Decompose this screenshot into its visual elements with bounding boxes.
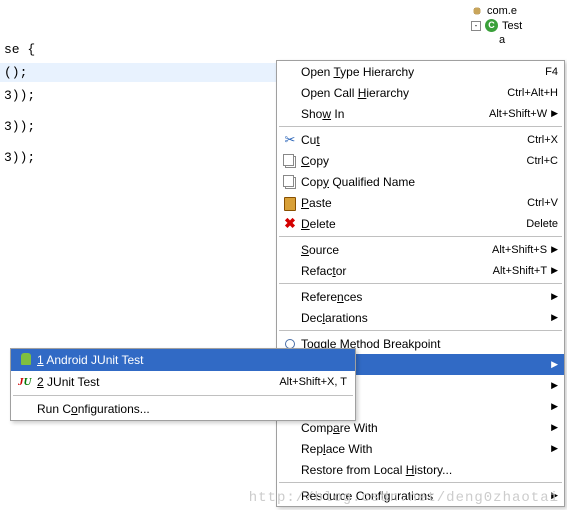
context-menu-item[interactable]: Restore from Local History...: [277, 459, 564, 480]
copy-icon: [283, 154, 297, 168]
submenu-item[interactable]: JU2 JUnit TestAlt+Shift+X, T: [11, 371, 355, 393]
menu-item-label: Open Call Hierarchy: [301, 86, 507, 100]
menu-item-label: Run Configurations...: [37, 402, 347, 416]
submenu-item[interactable]: Run Configurations...: [11, 398, 355, 420]
menu-item-label: 2 JUnit Test: [37, 375, 279, 389]
watermark: http://blog.csdn.net/deng0zhaotai: [249, 490, 559, 506]
submenu-arrow-icon: ▶: [547, 401, 558, 412]
menu-item-label: Show In: [301, 107, 489, 121]
copy-qualified-icon: [283, 175, 297, 189]
menu-item-label: Source: [301, 243, 492, 257]
menu-item-label: Replace With: [301, 442, 547, 456]
context-menu-item[interactable]: Copy Qualified Name: [277, 171, 564, 192]
android-junit-icon: [19, 353, 33, 367]
menu-item-shortcut: Ctrl+V: [527, 197, 558, 209]
submenu-arrow-icon: ▶: [547, 443, 558, 454]
menu-item-shortcut: Ctrl+X: [527, 134, 558, 146]
context-menu-item[interactable]: RefactorAlt+Shift+T▶: [277, 260, 564, 281]
menu-item-label: Restore from Local History...: [301, 463, 558, 477]
context-menu-item[interactable]: CopyCtrl+C: [277, 150, 564, 171]
context-menu-item[interactable]: Declarations▶: [277, 307, 564, 328]
outline-panel: com.e - C Test a: [467, 0, 567, 60]
outline-package[interactable]: com.e: [471, 4, 563, 18]
menu-item-label: Delete: [301, 217, 526, 231]
menu-item-shortcut: Ctrl+C: [527, 155, 558, 167]
submenu-arrow-icon: ▶: [547, 244, 558, 255]
menu-item-shortcut: Alt+Shift+X, T: [279, 376, 347, 388]
menu-item-icon-slot: [279, 339, 301, 349]
run-as-submenu: 1 Android JUnit TestJU2 JUnit TestAlt+Sh…: [10, 348, 356, 421]
context-menu-separator: [279, 236, 562, 237]
context-menu-item[interactable]: ✂ CutCtrl+X: [277, 129, 564, 150]
outline-label: a: [499, 34, 505, 46]
submenu-separator: [13, 395, 353, 396]
menu-item-shortcut: Alt+Shift+W: [489, 108, 547, 120]
context-menu: Open Type HierarchyF4Open Call Hierarchy…: [276, 60, 565, 507]
submenu-item[interactable]: 1 Android JUnit Test: [11, 349, 355, 371]
menu-item-shortcut: Delete: [526, 218, 558, 230]
menu-item-icon-slot: [279, 196, 301, 210]
context-menu-item[interactable]: ✖ DeleteDelete: [277, 213, 564, 234]
context-menu-separator: [279, 283, 562, 284]
paste-icon: [283, 196, 297, 210]
outline-class[interactable]: - C Test: [471, 18, 563, 33]
menu-item-label: Open Type Hierarchy: [301, 65, 545, 79]
breakpoint-icon: [285, 339, 295, 349]
submenu-arrow-icon: ▶: [547, 265, 558, 276]
context-menu-item[interactable]: Show InAlt+Shift+W▶: [277, 103, 564, 124]
context-menu-item[interactable]: References▶: [277, 286, 564, 307]
submenu-arrow-icon: ▶: [547, 108, 558, 119]
context-menu-item[interactable]: Open Call HierarchyCtrl+Alt+H: [277, 82, 564, 103]
class-icon: C: [485, 19, 498, 32]
outline-member[interactable]: a: [471, 33, 563, 47]
junit-icon: JU: [18, 376, 34, 388]
package-icon: [471, 5, 483, 17]
submenu-arrow-icon: ▶: [547, 291, 558, 302]
code-line: se {: [0, 40, 410, 59]
context-menu-separator: [279, 330, 562, 331]
delete-icon: ✖: [284, 215, 296, 232]
menu-item-icon-slot: [279, 154, 301, 168]
menu-item-shortcut: Alt+Shift+S: [492, 244, 547, 256]
menu-item-icon-slot: JU: [15, 376, 37, 388]
context-menu-item[interactable]: Open Type HierarchyF4: [277, 61, 564, 82]
menu-item-icon-slot: ✖: [279, 215, 301, 232]
menu-item-label: Copy Qualified Name: [301, 175, 558, 189]
context-menu-item[interactable]: PasteCtrl+V: [277, 192, 564, 213]
menu-item-shortcut: F4: [545, 66, 558, 78]
collapse-icon[interactable]: -: [471, 21, 481, 31]
submenu-arrow-icon: ▶: [547, 422, 558, 433]
menu-item-shortcut: Ctrl+Alt+H: [507, 87, 558, 99]
menu-item-icon-slot: [279, 175, 301, 189]
menu-item-icon-slot: [15, 353, 37, 367]
cut-icon: ✂: [285, 132, 296, 148]
menu-item-label: Cut: [301, 133, 527, 147]
context-menu-separator: [279, 482, 562, 483]
context-menu-item[interactable]: Replace With▶: [277, 438, 564, 459]
menu-item-label: 1 Android JUnit Test: [37, 353, 347, 367]
menu-item-label: Compare With: [301, 421, 547, 435]
menu-item-icon-slot: ✂: [279, 132, 301, 148]
menu-item-shortcut: Alt+Shift+T: [493, 265, 547, 277]
menu-item-label: Refactor: [301, 264, 493, 278]
outline-label: com.e: [487, 5, 517, 17]
submenu-arrow-icon: ▶: [547, 312, 558, 323]
context-menu-item[interactable]: SourceAlt+Shift+S▶: [277, 239, 564, 260]
submenu-arrow-icon: ▶: [547, 359, 558, 370]
menu-item-label: Declarations: [301, 311, 547, 325]
context-menu-separator: [279, 126, 562, 127]
menu-item-label: References: [301, 290, 547, 304]
submenu-arrow-icon: ▶: [547, 380, 558, 391]
menu-item-label: Paste: [301, 196, 527, 210]
menu-item-label: Copy: [301, 154, 527, 168]
outline-label: Test: [502, 20, 522, 32]
